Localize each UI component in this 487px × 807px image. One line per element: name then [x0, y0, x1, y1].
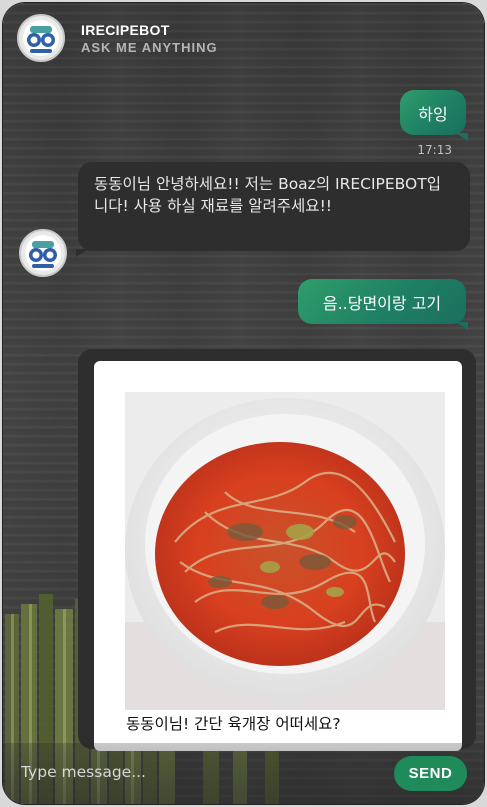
bot-name: IRECIPEBOT [81, 21, 170, 38]
bot-avatar [17, 14, 65, 62]
yukgaejang-bowl-image [125, 392, 445, 710]
bot-avatar-small [19, 229, 67, 277]
recipe-caption: 동동이님! 간단 육개장 어떠세요? [126, 715, 341, 733]
bot-message-text: 동동이님 안녕하세요!! 저는 Boaz의 IRECIPEBOT입니다! 사용 … [94, 175, 441, 215]
user-message: 하잉 [400, 90, 466, 135]
message-composer: SEND [3, 743, 484, 804]
message-input[interactable] [21, 755, 361, 789]
chat-header: IRECIPEBOT ASK ME ANYTHING [3, 3, 484, 73]
user-message-text: 음..당면이랑 고기 [322, 293, 442, 313]
user-message: 음..당면이랑 고기 [298, 279, 466, 324]
bot-recipe-message: 동동이님! 간단 육개장 어떠세요? [78, 349, 476, 751]
recipe-card[interactable]: 동동이님! 간단 육개장 어떠세요? [94, 361, 462, 751]
message-timestamp: 17:13 [417, 143, 452, 157]
robot-face-icon [23, 20, 59, 56]
recipe-image[interactable] [125, 392, 445, 710]
chat-window: IRECIPEBOT ASK ME ANYTHING 하잉 17:13 동동이님… [3, 3, 484, 804]
bot-subtitle: ASK ME ANYTHING [81, 39, 218, 55]
robot-face-icon [19, 229, 67, 277]
send-button[interactable]: SEND [394, 756, 467, 791]
user-message-text: 하잉 [418, 104, 448, 124]
bot-message: 동동이님 안녕하세요!! 저는 Boaz의 IRECIPEBOT입니다! 사용 … [78, 162, 470, 251]
